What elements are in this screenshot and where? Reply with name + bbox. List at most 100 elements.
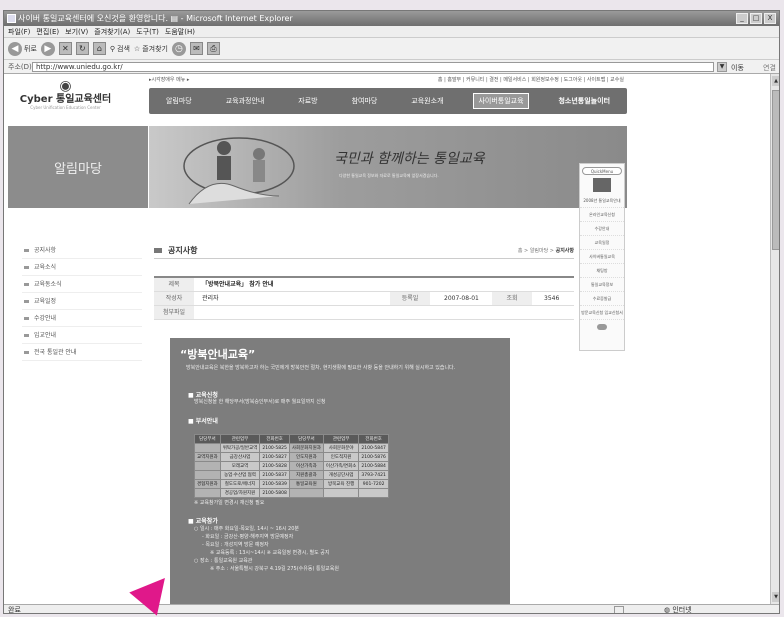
scroll-top-icon[interactable] [597, 324, 607, 330]
lnb-item-notice[interactable]: 공지사항 [22, 242, 142, 259]
quick-item[interactable]: 통일교육정보 [580, 278, 624, 292]
scroll-down-icon[interactable]: ▼ [772, 592, 779, 602]
menu-favorites[interactable]: 즐겨찾기(A) [94, 26, 130, 37]
table-cell: 지원총괄과 [288, 470, 324, 480]
logo-mark-icon: ◉ [59, 78, 72, 94]
breadcrumb-section[interactable]: 알림마당 [530, 248, 548, 254]
global-nav: 알림마당 교육과정안내 자료방 참여마당 교육원소개 사이버통일교육 청소년통일… [149, 88, 627, 114]
post-info-table: 제목 「방북안내교육」 참가 안내 작성자 관리자 등록일 2007-08-01… [154, 276, 574, 320]
maximize-button[interactable]: □ [750, 13, 762, 24]
menu-help[interactable]: 도움말(H) [165, 26, 195, 37]
post-writer: 관리자 [202, 295, 219, 302]
poster-apply-text: 방북신청을 한 해당부서(방북승인부서)로 매주 월요일까지 신청 [194, 399, 326, 405]
quick-item[interactable]: 방문교육신청 입교신청서 [580, 306, 624, 320]
table-row: 농업·수산업 협력 2100-5837 지원총괄과 개성공단사업 3793-7421 [194, 470, 389, 480]
table-cell: 경공업/자원지원 [219, 488, 261, 498]
table-cell: 사회문화분야 [322, 443, 360, 453]
attend-line: - 목요일 : 개성지역 방문 예정자 [202, 542, 269, 548]
table-row: 경공업/자원지원 2100-5808 [194, 488, 389, 498]
quick-item[interactable]: 수료증발급 [580, 292, 624, 306]
table-cell: 2100-5884 [358, 461, 389, 471]
gnb-item-cyber-education[interactable]: 사이버통일교육 [473, 93, 529, 109]
table-cell: 철도도로/에너지 [219, 479, 261, 489]
attend-line: ○ 장소 : 통일교육원 교육관 [194, 558, 253, 564]
table-cell: 2100-5876 [358, 452, 389, 462]
breadcrumb-home[interactable]: 홈 [518, 248, 523, 254]
home-button[interactable]: ⌂ [92, 42, 106, 55]
address-input[interactable]: http://www.uniedu.go.kr/ [32, 62, 714, 72]
table-cell: 통일교육원 [288, 479, 324, 489]
table-cell [288, 488, 324, 498]
quick-item[interactable]: 사이버통일교육 [580, 250, 624, 264]
gnb-item-participation[interactable]: 참여마당 [348, 94, 382, 108]
refresh-button[interactable]: ↻ [75, 42, 89, 55]
status-text: 완료 [8, 606, 21, 614]
site-logo[interactable]: ◉ Cyber 통일교육센터 Cyber Unification Educati… [18, 78, 113, 118]
table-cell [358, 488, 389, 498]
accessibility-menu-link[interactable]: ▸시각장애우 메뉴 ▸ [149, 76, 189, 83]
subject-row: 제목 「방북안내교육」 참가 안내 [154, 278, 574, 292]
menu-bar: 파일(F) 편집(E) 보기(V) 즐겨찾기(A) 도구(T) 도움말(H) [4, 26, 779, 38]
scroll-thumb[interactable] [772, 90, 779, 250]
minimize-button[interactable]: _ [736, 13, 748, 24]
menu-view[interactable]: 보기(V) [65, 26, 88, 37]
forward-button[interactable]: ▶ [40, 41, 55, 56]
lnb-item-admission-guide[interactable]: 입교안내 [22, 327, 142, 344]
search-button[interactable]: ⚲ 검색 [110, 44, 130, 54]
gnb-item-notice[interactable]: 알림마당 [162, 94, 196, 108]
links-button[interactable]: 연결 [763, 61, 776, 75]
table-cell: 2100-5825 [259, 443, 290, 453]
address-dropdown-icon[interactable]: ▼ [717, 62, 727, 72]
content-title-bar: 공지사항 홈 > 알림마당 > 공지사항 [154, 244, 574, 259]
table-header-cell: 전화번호 [259, 434, 290, 444]
address-label: 주소(D) [8, 63, 32, 71]
browser-window: 사이버 통일교육센터에 오신것을 환영합니다. ▤ - Microsoft In… [3, 10, 780, 614]
back-button[interactable]: ◀ 뒤로 [8, 41, 37, 56]
menu-edit[interactable]: 편집(E) [36, 26, 59, 37]
go-button[interactable]: 이동 [731, 61, 744, 75]
table-cell [194, 488, 221, 498]
quick-item[interactable]: 교육일정 [580, 236, 624, 250]
address-bar: 주소(D) http://www.uniedu.go.kr/ ▼ 이동 연결 [4, 60, 779, 74]
breadcrumb-current: 공지사항 [555, 248, 574, 254]
close-button[interactable]: X [764, 13, 776, 24]
forward-arrow-icon: ▶ [40, 41, 55, 56]
security-icon [614, 606, 624, 613]
print-button[interactable]: ⎙ [206, 42, 220, 55]
table-cell: 2100-5839 [259, 479, 290, 489]
poster-section-departments: 부서안내 [188, 416, 218, 425]
favorites-button[interactable]: ☆ 즐겨찾기 [134, 44, 168, 54]
gnb-item-course[interactable]: 교육과정안내 [222, 94, 269, 108]
post-date: 2007-08-01 [444, 295, 479, 302]
attend-line: ※ 교육등록 : 13시~14시 ※ 교육일정 변경시, 별도 공지 [210, 550, 330, 556]
gnb-item-about[interactable]: 교육원소개 [407, 94, 447, 108]
quick-item[interactable]: 수강안내 [580, 222, 624, 236]
lnb-item-centers[interactable]: 전국 통일관 안내 [22, 344, 142, 361]
quick-item[interactable]: 채팅방 [580, 264, 624, 278]
stop-icon: ✕ [58, 42, 72, 55]
quick-item[interactable]: 온라인교육신청 [580, 208, 624, 222]
table-note: ※ 교육참가일 변경시 재신청 필요 [194, 500, 265, 506]
top-utility-nav: ▸시각장애우 메뉴 ▸ 홈 | 홈말부 | 커뮤니티 | 결전 | 메일서비스 … [149, 76, 624, 86]
lnb-item-alumni-news[interactable]: 교육동소식 [22, 276, 142, 293]
mail-button[interactable]: ✉ [189, 42, 203, 55]
post-views: 3546 [544, 295, 560, 302]
vertical-scrollbar[interactable]: ▲ ▼ [770, 74, 779, 604]
menu-file[interactable]: 파일(F) [8, 26, 30, 37]
utility-links[interactable]: 홈 | 홈말부 | 커뮤니티 | 결전 | 메일서비스 | 회원정보수정 | 도… [438, 76, 624, 83]
notice-poster-image: “방북안내교육” 방북안내교육은 북한을 방북하고자 하는 국민에게 방북안전 … [170, 338, 510, 604]
poster-heading: “방북안내교육” [180, 348, 256, 361]
history-button[interactable]: ◷ [171, 41, 186, 56]
toolbar: ◀ 뒤로 ▶ ✕ ↻ ⌂ ⚲ 검색 ☆ 즐겨찾기 ◷ ✉ ⎙ [4, 38, 779, 60]
lnb-item-news[interactable]: 교육소식 [22, 259, 142, 276]
lnb-item-schedule[interactable]: 교육일정 [22, 293, 142, 310]
scroll-up-icon[interactable]: ▲ [772, 76, 779, 86]
menu-tools[interactable]: 도구(T) [136, 26, 159, 37]
stop-button[interactable]: ✕ [58, 42, 72, 55]
gnb-item-youth[interactable]: 청소년통일놀이터 [554, 94, 614, 108]
table-cell: 2100-5847 [358, 443, 389, 453]
lnb-item-enroll-guide[interactable]: 수강안내 [22, 310, 142, 327]
quick-item[interactable]: 2008년 통일교육안내 [580, 194, 624, 208]
subject-label: 제목 [154, 278, 194, 291]
gnb-item-resources[interactable]: 자료방 [294, 94, 321, 108]
